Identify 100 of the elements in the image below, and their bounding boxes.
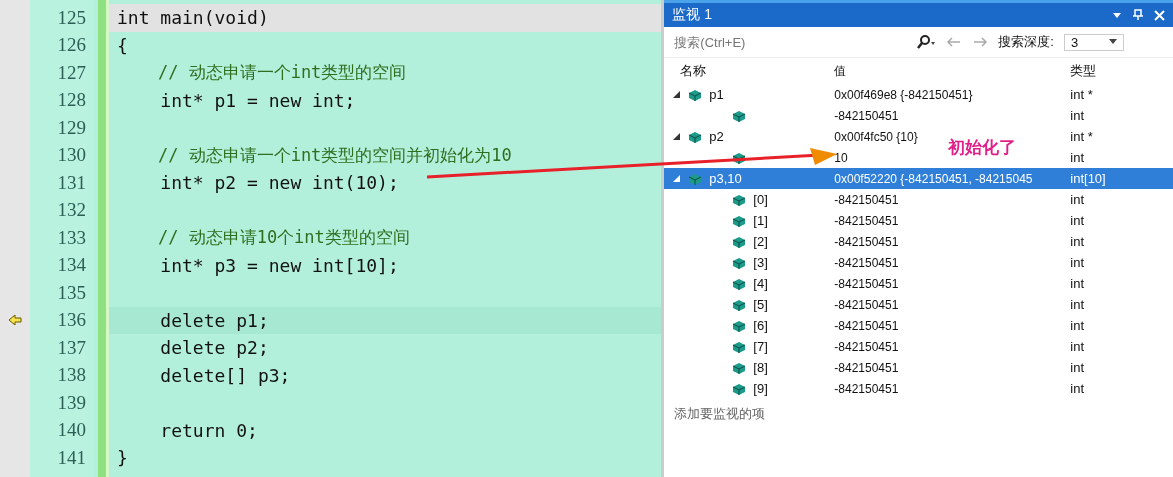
expand-toggle-icon[interactable]: [672, 90, 682, 99]
variable-type: int: [1070, 381, 1086, 396]
variable-type: int: [1070, 255, 1086, 270]
code-line: int main(void): [117, 7, 269, 29]
variable-type: int: [1070, 150, 1086, 165]
variable-type: int *: [1070, 129, 1094, 144]
variable-value: 10: [834, 150, 849, 165]
variable-type: int: [1070, 318, 1086, 333]
dropdown-icon[interactable]: [1112, 10, 1122, 20]
line-number: 130: [57, 144, 86, 167]
depth-dropdown[interactable]: 3: [1063, 33, 1124, 51]
code-line: delete[] p3;: [159, 364, 291, 386]
variable-type: int: [1070, 276, 1086, 291]
variable-icon: [731, 108, 748, 123]
line-number: 138: [57, 364, 86, 387]
variable-type: int: [1070, 108, 1086, 123]
search-icon[interactable]: [916, 34, 937, 50]
line-number: 127: [57, 61, 86, 84]
code-line: delete p1;: [159, 309, 269, 331]
variable-icon: [687, 171, 704, 186]
code-line: return 0;: [159, 419, 258, 441]
variable-icon: [731, 276, 748, 291]
variable-icon: [731, 150, 748, 165]
variable-name: [1]: [753, 213, 768, 228]
variable-icon: [687, 87, 704, 102]
variable-icon: [731, 318, 748, 333]
line-number: 135: [57, 281, 86, 304]
variable-name: [4]: [753, 276, 768, 291]
code-line: int* p2 = new int(10);: [159, 172, 399, 194]
variable-name: p3,10: [709, 171, 742, 186]
column-header[interactable]: 值: [834, 62, 1071, 80]
depth-label: 搜索深度:: [998, 33, 1054, 51]
variable-icon: [731, 297, 748, 312]
variable-name: p2: [709, 129, 724, 144]
variable-icon: [731, 339, 748, 354]
variable-name: [0]: [753, 192, 768, 207]
line-number: 131: [57, 171, 86, 194]
selected-watch-row[interactable]: p3,10 0x00f52220 {-842150451, -84215045 int[10]: [664, 168, 1173, 189]
variable-type: int: [1070, 234, 1086, 249]
column-header[interactable]: 名称: [664, 62, 835, 80]
line-number: 141: [57, 446, 86, 469]
variable-value: -842150451: [834, 381, 900, 396]
caret-icon: [1108, 39, 1117, 45]
expand-toggle-icon[interactable]: [672, 174, 682, 183]
close-icon[interactable]: [1154, 9, 1165, 21]
variable-icon: [687, 129, 704, 144]
line-number: 128: [57, 89, 86, 112]
variable-value: 0x00f4fc50 {10}: [834, 129, 919, 144]
variable-type: int: [1070, 339, 1086, 354]
code-line: int* p1 = new int;: [159, 89, 356, 111]
code-line: // 动态申请10个int类型的空间: [156, 226, 410, 250]
line-number: 133: [57, 226, 86, 249]
add-watch-placeholder[interactable]: 添加要监视的项: [674, 406, 766, 421]
variable-value: -842150451: [834, 276, 900, 291]
variable-icon: [731, 381, 748, 396]
line-number: 125: [57, 6, 86, 29]
line-number: 129: [57, 116, 86, 139]
line-number: 139: [57, 391, 86, 414]
expand-toggle-icon[interactable]: [672, 132, 682, 141]
variable-value: -842150451: [834, 360, 900, 375]
code-line: }: [117, 447, 128, 469]
line-number: 140: [57, 419, 86, 442]
variable-value: -842150451: [834, 108, 900, 123]
line-number: 137: [57, 336, 86, 359]
variable-icon: [731, 192, 748, 207]
variable-name: [6]: [753, 318, 768, 333]
variable-icon: [731, 360, 748, 375]
panel-title: 监视 1: [672, 6, 712, 24]
variable-name: [7]: [753, 339, 768, 354]
pin-icon[interactable]: [1132, 9, 1144, 21]
variable-value: -842150451: [834, 297, 900, 312]
variable-name: p1: [709, 87, 724, 102]
line-number: 136: [57, 309, 86, 332]
line-number: 134: [57, 254, 86, 277]
variable-value: -842150451: [834, 339, 900, 354]
variable-value: 0x00f52220 {-842150451, -84215045: [834, 171, 1034, 186]
variable-type: int: [1070, 192, 1086, 207]
variable-name: [8]: [753, 360, 768, 375]
code-line: {: [117, 34, 128, 56]
code-line: delete p2;: [159, 337, 269, 359]
variable-type: int *: [1070, 87, 1094, 102]
variable-icon: [731, 255, 748, 270]
variable-value: -842150451: [834, 234, 900, 249]
variable-value: -842150451: [834, 213, 900, 228]
code-line: // 动态申请一个int类型的空间: [156, 61, 407, 85]
variable-icon: [731, 234, 748, 249]
variable-name: [3]: [753, 255, 768, 270]
variable-value: -842150451: [834, 255, 900, 270]
line-number: 132: [57, 199, 86, 222]
variable-value: -842150451: [834, 318, 900, 333]
variable-type: int: [1070, 360, 1086, 375]
variable-name: [5]: [753, 297, 768, 312]
annotation-text: 初始化了: [948, 136, 1016, 159]
column-header[interactable]: 类型: [1070, 62, 1161, 80]
code-line: // 动态申请一个int类型的空间并初始化为10: [156, 143, 512, 167]
variable-value: 0x00f469e8 {-842150451}: [834, 87, 974, 102]
variable-value: -842150451: [834, 192, 900, 207]
variable-type: int: [1070, 213, 1086, 228]
variable-icon: [731, 213, 748, 228]
variable-name: [9]: [753, 381, 768, 396]
